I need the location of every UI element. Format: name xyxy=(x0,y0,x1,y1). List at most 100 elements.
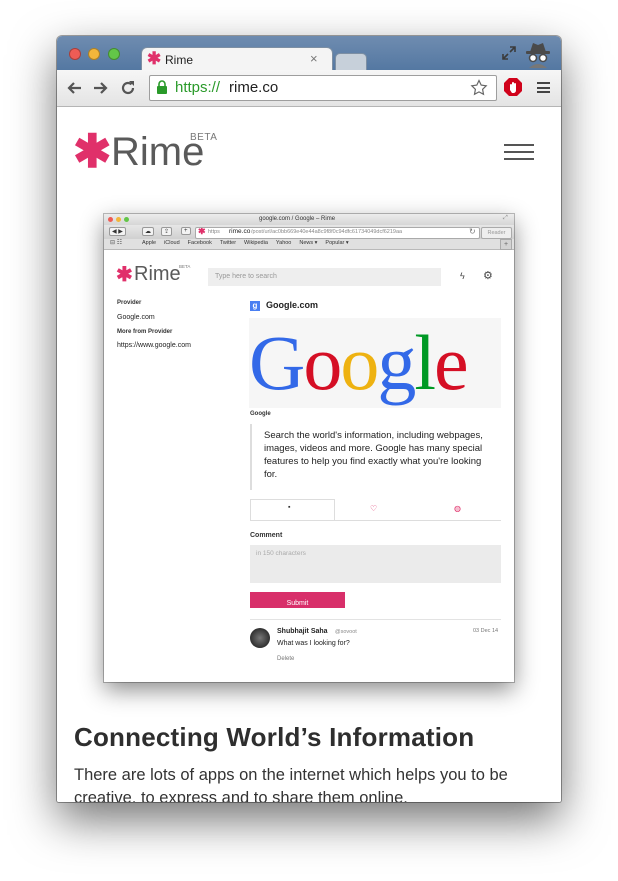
minimize-window-button[interactable] xyxy=(88,48,100,60)
screenshot-source-title: Google.com xyxy=(266,300,319,310)
url-scheme: https:// xyxy=(175,79,221,96)
screenshot-comment-input: in 150 characters xyxy=(250,545,501,583)
adblock-icon[interactable] xyxy=(503,77,523,97)
bookmark-item: Twitter xyxy=(219,240,237,246)
screenshot-reader-button: Reader xyxy=(481,227,512,239)
page-content: ✱ Rime BETA google.com / Google – Rime ⤢… xyxy=(57,107,561,802)
screenshot-more-label: More from Provider xyxy=(117,329,173,335)
screenshot-divider xyxy=(250,619,501,620)
screenshot-avatar xyxy=(250,628,270,648)
reload-icon[interactable] xyxy=(120,80,136,96)
screenshot-reload-icon: ↻ xyxy=(469,227,476,236)
screenshot-description-text: Search the world's information, includin… xyxy=(264,430,483,480)
screenshot-submit-button: Submit xyxy=(250,592,345,608)
tab-rime[interactable]: ✱ Rime × xyxy=(141,47,333,71)
screenshot-comment-text: What was I looking for? xyxy=(277,640,350,647)
screenshot-zoom-dot xyxy=(124,217,129,222)
incognito-icon xyxy=(526,43,550,68)
menu-icon[interactable] xyxy=(537,81,550,94)
close-window-button[interactable] xyxy=(69,48,81,60)
rime-favicon-icon: ✱ xyxy=(147,49,162,68)
star-icon[interactable] xyxy=(470,79,488,97)
screenshot-delete-link: Delete xyxy=(277,656,295,662)
forward-icon[interactable] xyxy=(93,80,109,96)
screenshot-favicon-icon: ✱ xyxy=(198,227,206,236)
screenshot-address-bar: ✱ https rime.co /post/url/ac0bb669e40e44… xyxy=(195,227,480,239)
screenshot-bookmarks: Apple iCloud Facebook Twitter Wikipedia … xyxy=(142,240,349,246)
google-logo-letter: g xyxy=(377,319,416,406)
screenshot-fullscreen-icon: ⤢ xyxy=(503,215,508,221)
screenshot-window-title: google.com / Google – Rime xyxy=(259,216,336,222)
hamburger-menu-icon[interactable] xyxy=(504,144,534,162)
screenshot-share-icon: ⇪ xyxy=(161,227,173,236)
screenshot-more-value: https://www.google.com xyxy=(117,342,191,349)
fullscreen-icon[interactable] xyxy=(501,45,517,61)
title-bar: ✱ Rime × xyxy=(57,36,561,71)
screenshot-back-forward-icon: ◀ ▶ xyxy=(109,227,126,236)
zoom-window-button[interactable] xyxy=(108,48,120,60)
screenshot-close-dot xyxy=(108,217,113,222)
screenshot-search-input: Type here to search xyxy=(208,268,441,286)
screenshot-brand: Rime xyxy=(134,263,181,285)
screenshot-gear-icon: ⚙ xyxy=(483,270,493,282)
screenshot-google-logo: Google xyxy=(249,318,501,408)
screenshot-title-bar: google.com / Google – Rime ⤢ xyxy=(104,214,514,225)
url-host: rime.co xyxy=(229,79,279,96)
screenshot-provider-label: Provider xyxy=(117,300,142,306)
google-logo-letter: o xyxy=(340,319,379,406)
google-logo-text: Google xyxy=(249,318,501,408)
screenshot-comment-author: Shubhajit Saha xyxy=(277,628,328,635)
app-screenshot: google.com / Google – Rime ⤢ ◀ ▶ ☁ ⇪ + ✱… xyxy=(104,214,514,682)
screenshot-google-g-icon: g xyxy=(250,301,260,311)
screenshot-caption: Google xyxy=(250,411,271,417)
screenshot-url-path: /post/url/ac0bb669e40e44a8c9f8f0c94dfc61… xyxy=(251,229,403,235)
screenshot-tabs: ▪ ♡ ◍ xyxy=(250,499,501,521)
bookmark-item: Wikipedia xyxy=(244,240,268,246)
tab-title: Rime xyxy=(165,53,194,67)
bookmark-item: News ▾ xyxy=(299,240,318,246)
bookmark-item: Popular ▾ xyxy=(325,240,349,246)
browser-toolbar: https:// rime.co xyxy=(57,70,561,107)
beta-badge: BETA xyxy=(190,132,218,143)
screenshot-cloud-icon: ☁ xyxy=(142,227,154,236)
screenshot-search-placeholder: Type here to search xyxy=(215,273,277,280)
bookmark-item: Facebook xyxy=(187,240,212,246)
google-logo-letter: G xyxy=(249,319,305,406)
screenshot-comment-label: Comment xyxy=(250,532,283,539)
bookmark-item: Apple xyxy=(142,240,157,246)
screenshot-bookmarks-bar: ⊟ ☷ Apple iCloud Facebook Twitter Wikipe… xyxy=(104,239,514,250)
screenshot-toolbar: ◀ ▶ ☁ ⇪ + ✱ https rime.co /post/url/ac0b… xyxy=(104,225,514,239)
screenshot-comment-date: 03 Dec 14 xyxy=(473,628,499,634)
google-logo-letter: o xyxy=(303,319,342,406)
screenshot-book-icon: ⊟ ☷ xyxy=(110,240,123,246)
screenshot-url-host: rime.co xyxy=(229,228,251,235)
address-bar[interactable]: https:// rime.co xyxy=(149,75,497,101)
screenshot-globe-icon: ◍ xyxy=(454,504,461,513)
google-logo-letter: e xyxy=(434,319,469,406)
screenshot-beta-badge: BETA xyxy=(179,264,191,269)
google-logo-letter: l xyxy=(414,319,436,406)
screenshot-submit-label: Submit xyxy=(286,600,309,607)
screenshot-description: Search the world's information, includin… xyxy=(250,424,502,490)
screenshot-bolt-icon: ϟ xyxy=(460,271,465,281)
bookmark-item: Yahoo xyxy=(275,240,292,246)
screenshot-url-prefix: https xyxy=(208,229,220,235)
screenshot-comment-placeholder: in 150 characters xyxy=(256,550,306,557)
screenshot-tab-comments: ▪ xyxy=(250,499,335,520)
screenshot-add-icon: + xyxy=(181,227,191,235)
screenshot-new-tab-icon: + xyxy=(500,239,512,250)
screenshot-minimize-dot xyxy=(116,217,121,222)
lock-icon xyxy=(157,80,167,94)
screenshot-provider-value: Google.com xyxy=(117,314,155,321)
new-tab-button[interactable] xyxy=(335,53,367,71)
browser-window: ✱ Rime × https:// rime.co ✱ Rime BETA go… xyxy=(57,36,561,802)
bookmark-item: iCloud xyxy=(164,240,180,246)
screenshot-comment-icon: ▪ xyxy=(288,504,291,511)
screenshot-rime-logo-icon: ✱ xyxy=(116,264,133,286)
rime-logo-icon[interactable]: ✱ xyxy=(73,128,112,174)
back-icon[interactable] xyxy=(66,80,82,96)
screenshot-comment-handle: @sovoot xyxy=(335,629,357,635)
tab-close-icon[interactable]: × xyxy=(310,51,318,66)
article-body: There are lots of apps on the internet w… xyxy=(74,766,508,802)
screenshot-heart-icon: ♡ xyxy=(370,504,378,513)
